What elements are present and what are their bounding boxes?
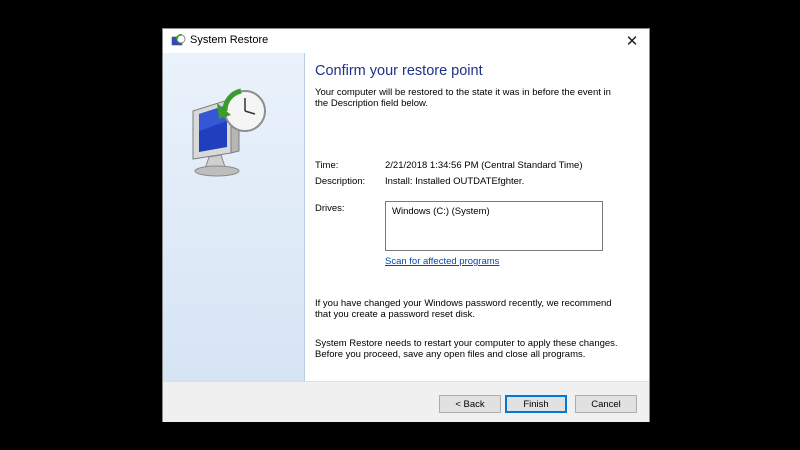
page-subtitle: Your computer will be restored to the st… (315, 87, 611, 109)
button-bar: < Back Finish Cancel (163, 381, 649, 422)
close-button[interactable]: ✕ (615, 29, 649, 53)
description-label: Description: (315, 176, 366, 187)
cancel-button[interactable]: Cancel (575, 395, 637, 413)
time-value: 2/21/2018 1:34:56 PM (Central Standard T… (385, 160, 583, 171)
content-panel: Confirm your restore point Your computer… (304, 53, 649, 381)
scan-affected-programs-link[interactable]: Scan for affected programs (385, 256, 499, 267)
password-reset-note: If you have changed your Windows passwor… (315, 298, 612, 320)
drives-label: Drives: (315, 203, 345, 214)
time-label: Time: (315, 160, 339, 171)
system-restore-window: System Restore ✕ Confirm your restore po… (162, 28, 650, 422)
system-restore-clock-monitor-icon (192, 88, 266, 177)
close-icon: ✕ (625, 33, 639, 50)
description-value: Install: Installed OUTDATEfghter. (385, 176, 525, 187)
drives-list[interactable]: Windows (C:) (System) (385, 201, 603, 251)
page-title: Confirm your restore point (315, 63, 483, 79)
system-restore-icon (171, 34, 186, 46)
sidebar-panel (163, 53, 305, 381)
window-title: System Restore (190, 34, 269, 46)
back-button[interactable]: < Back (439, 395, 501, 413)
drives-list-item[interactable]: Windows (C:) (System) (392, 206, 490, 217)
restart-note: System Restore needs to restart your com… (315, 338, 618, 360)
title-bar[interactable]: System Restore ✕ (163, 29, 649, 53)
finish-button[interactable]: Finish (505, 395, 567, 413)
